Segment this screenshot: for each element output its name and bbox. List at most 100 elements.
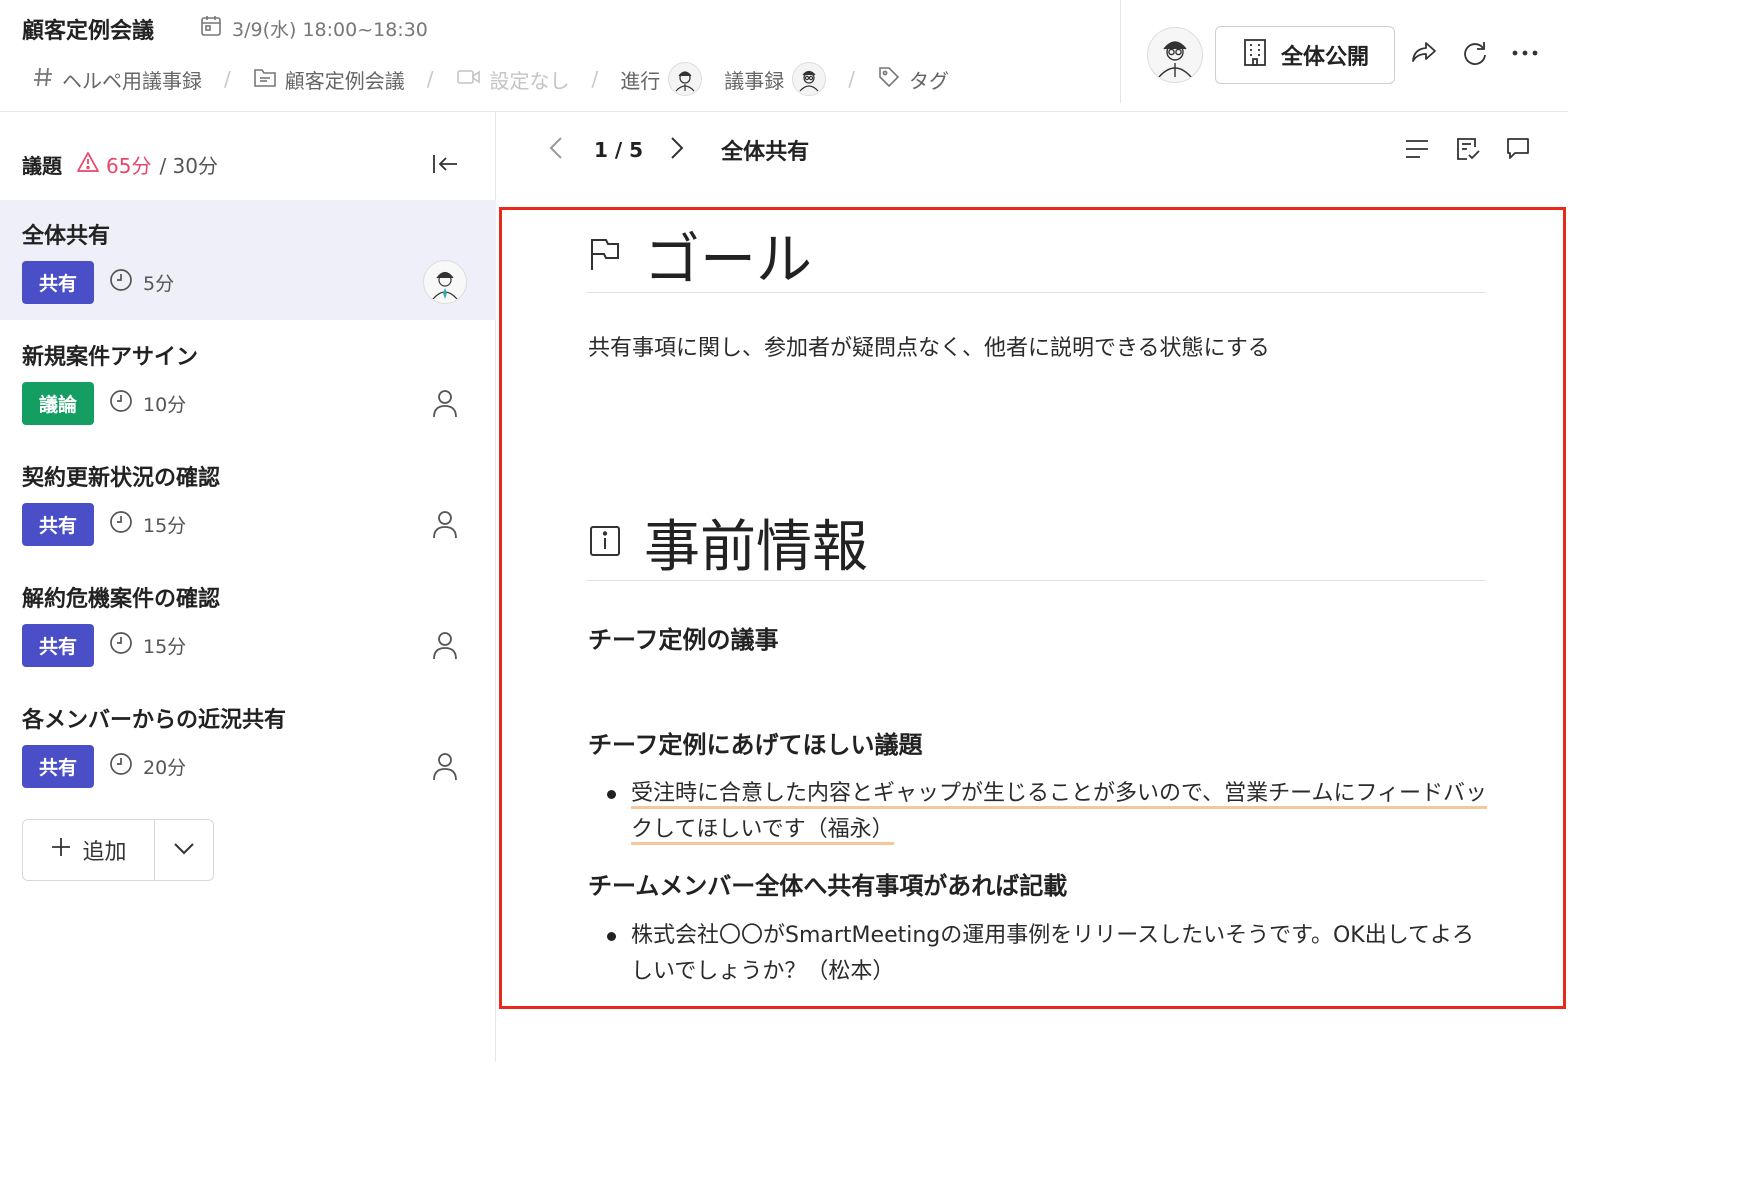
add-agenda-button[interactable]: 追加 [23,820,155,880]
header-divider [1120,0,1121,103]
folder-link[interactable]: 顧客定例会議 [253,65,405,94]
outline-icon[interactable] [1402,134,1432,164]
flag-icon [588,236,622,276]
pre-info-heading-text: 事前情報 [644,515,868,580]
tag-selector[interactable]: タグ [877,65,949,94]
meeting-datetime[interactable]: 3/9(水) 18:00~18:30 [200,15,428,42]
add-options-dropdown[interactable] [155,820,213,880]
agenda-duration: 10分 [109,389,186,418]
folder-icon [253,66,277,93]
clock-icon [109,510,133,539]
current-agenda-title: 全体共有 [721,140,810,165]
folder-name: 顧客定例会議 [284,68,405,93]
divider: / [426,67,434,91]
comment-icon[interactable] [1503,134,1533,164]
assign-person-icon[interactable] [423,744,467,788]
subheading[interactable]: チームメンバー全体へ共有事項があれば記載 [588,866,1067,901]
agenda-item[interactable]: 新規案件アサイン 議論 10分 [0,321,496,441]
agenda-duration: 5分 [109,268,174,297]
task-checklist-icon[interactable] [1453,134,1483,164]
agenda-item[interactable]: 各メンバーからの近況共有 共有 20分 [0,684,496,804]
agenda-duration: 15分 [109,510,186,539]
building-icon [1241,37,1269,73]
facilitator[interactable]: 進行 [620,62,703,96]
clock-icon [109,752,133,781]
assignee-avatar[interactable] [423,260,467,304]
bullet-dot [607,932,616,941]
add-agenda-button-group: 追加 [22,819,214,881]
header: 顧客定例会議 3/9(水) 18:00~18:30 ヘルペ用議事録 / 顧客定例… [0,0,1568,112]
agenda-label: 議題 [22,154,62,178]
agenda-item-title: 解約危機案件の確認 [22,587,221,612]
bullet-dot [607,790,616,799]
share-icon[interactable] [1409,38,1439,68]
agenda-duration: 15分 [109,631,186,660]
list-item[interactable]: 株式会社〇〇がSmartMeetingの運用事例をリリースしたいそうです。OK出… [604,918,1488,990]
highlighted-text: 受注時に合意した内容とギャップが生じることが多いので、営業チームにフィードバック… [631,781,1488,845]
channel-link[interactable]: ヘルペ用議事録 [32,65,202,94]
agenda-header: 議題 65分 / 30分 [22,150,218,179]
subheading[interactable]: チーフ定例の議事 [588,620,779,655]
agenda-item-title: 契約更新状況の確認 [22,466,221,491]
warning-icon [76,151,100,178]
agenda-item[interactable]: 全体共有 共有 5分 [0,200,496,320]
minutes-taker[interactable]: 議事録 [724,62,827,96]
assign-person-icon[interactable] [423,381,467,425]
clock-icon [109,389,133,418]
video-setting-text: 設定なし [489,68,570,93]
agenda-tag: 共有 [22,624,94,667]
section-divider [587,292,1485,293]
agenda-item-title: 各メンバーからの近況共有 [22,708,287,733]
list-item-text: 株式会社〇〇がSmartMeetingの運用事例をリリースしたいそうです。OK出… [631,923,1475,984]
total-time: 65分 [106,154,152,178]
hash-icon [32,66,54,93]
divider: / [224,67,231,91]
assign-person-icon[interactable] [423,623,467,667]
agenda-item-title: 新規案件アサイン [22,345,199,370]
agenda-sidebar: 議題 65分 / 30分 全体共有 共有 5分 新規案件アサイン 議論 10分 [0,112,496,1062]
goal-heading-text: ゴール [644,228,812,293]
duration-text: 10分 [143,394,187,416]
minutes-label: 議事録 [724,68,785,93]
plus-icon [50,836,72,864]
agenda-tag: 共有 [22,503,94,546]
goal-heading: ゴール [588,215,812,296]
video-camera-icon [456,67,482,92]
facilitator-avatar [668,62,703,96]
video-setting[interactable]: 設定なし [456,65,570,94]
agenda-tag: 議論 [22,382,94,425]
page-count: 1 / 5 [594,138,644,162]
planned-time: / 30分 [159,154,218,178]
chevron-down-icon [173,841,195,860]
collapse-sidebar-icon[interactable] [430,150,460,178]
minutes-taker-avatar [792,62,827,96]
duration-text: 20分 [143,757,187,779]
agenda-tag: 共有 [22,745,94,788]
agenda-item[interactable]: 解約危機案件の確認 共有 15分 [0,563,496,683]
list-item[interactable]: 受注時に合意した内容とギャップが生じることが多いので、営業チームにフィードバック… [604,776,1488,848]
assign-person-icon[interactable] [423,502,467,546]
meeting-meta: ヘルペ用議事録 / 顧客定例会議 / 設定なし / 進行 議事録 / タグ [32,62,949,96]
publish-scope-button[interactable]: 全体公開 [1215,26,1395,84]
chevron-right-icon[interactable] [669,135,685,166]
tag-label: タグ [909,68,949,93]
meeting-title[interactable]: 顧客定例会議 [22,13,154,45]
goal-text[interactable]: 共有事項に関し、参加者が疑問点なく、他者に説明できる状態にする [588,330,1270,362]
facilitator-label: 進行 [620,68,661,93]
clock-icon [109,631,133,660]
channel-name: ヘルペ用議事録 [62,68,202,93]
more-icon[interactable] [1510,38,1540,68]
agenda-item[interactable]: 契約更新状況の確認 共有 15分 [0,442,496,562]
chevron-left-icon[interactable] [548,135,564,166]
duration-text: 15分 [143,515,187,537]
list-item-text: 受注時に合意した内容とギャップが生じることが多いので、営業チームにフィードバック… [631,776,1488,848]
publish-scope-label: 全体公開 [1280,45,1369,70]
divider: / [591,67,599,91]
agenda-item-title: 全体共有 [22,224,111,249]
agenda-duration: 20分 [109,752,186,781]
subheading[interactable]: チーフ定例にあげてほしい議題 [588,725,923,760]
user-avatar[interactable] [1147,27,1203,83]
refresh-icon[interactable] [1460,38,1490,68]
agenda-pager: 1 / 5 全体共有 [548,134,809,166]
duration-text: 5分 [143,273,175,295]
